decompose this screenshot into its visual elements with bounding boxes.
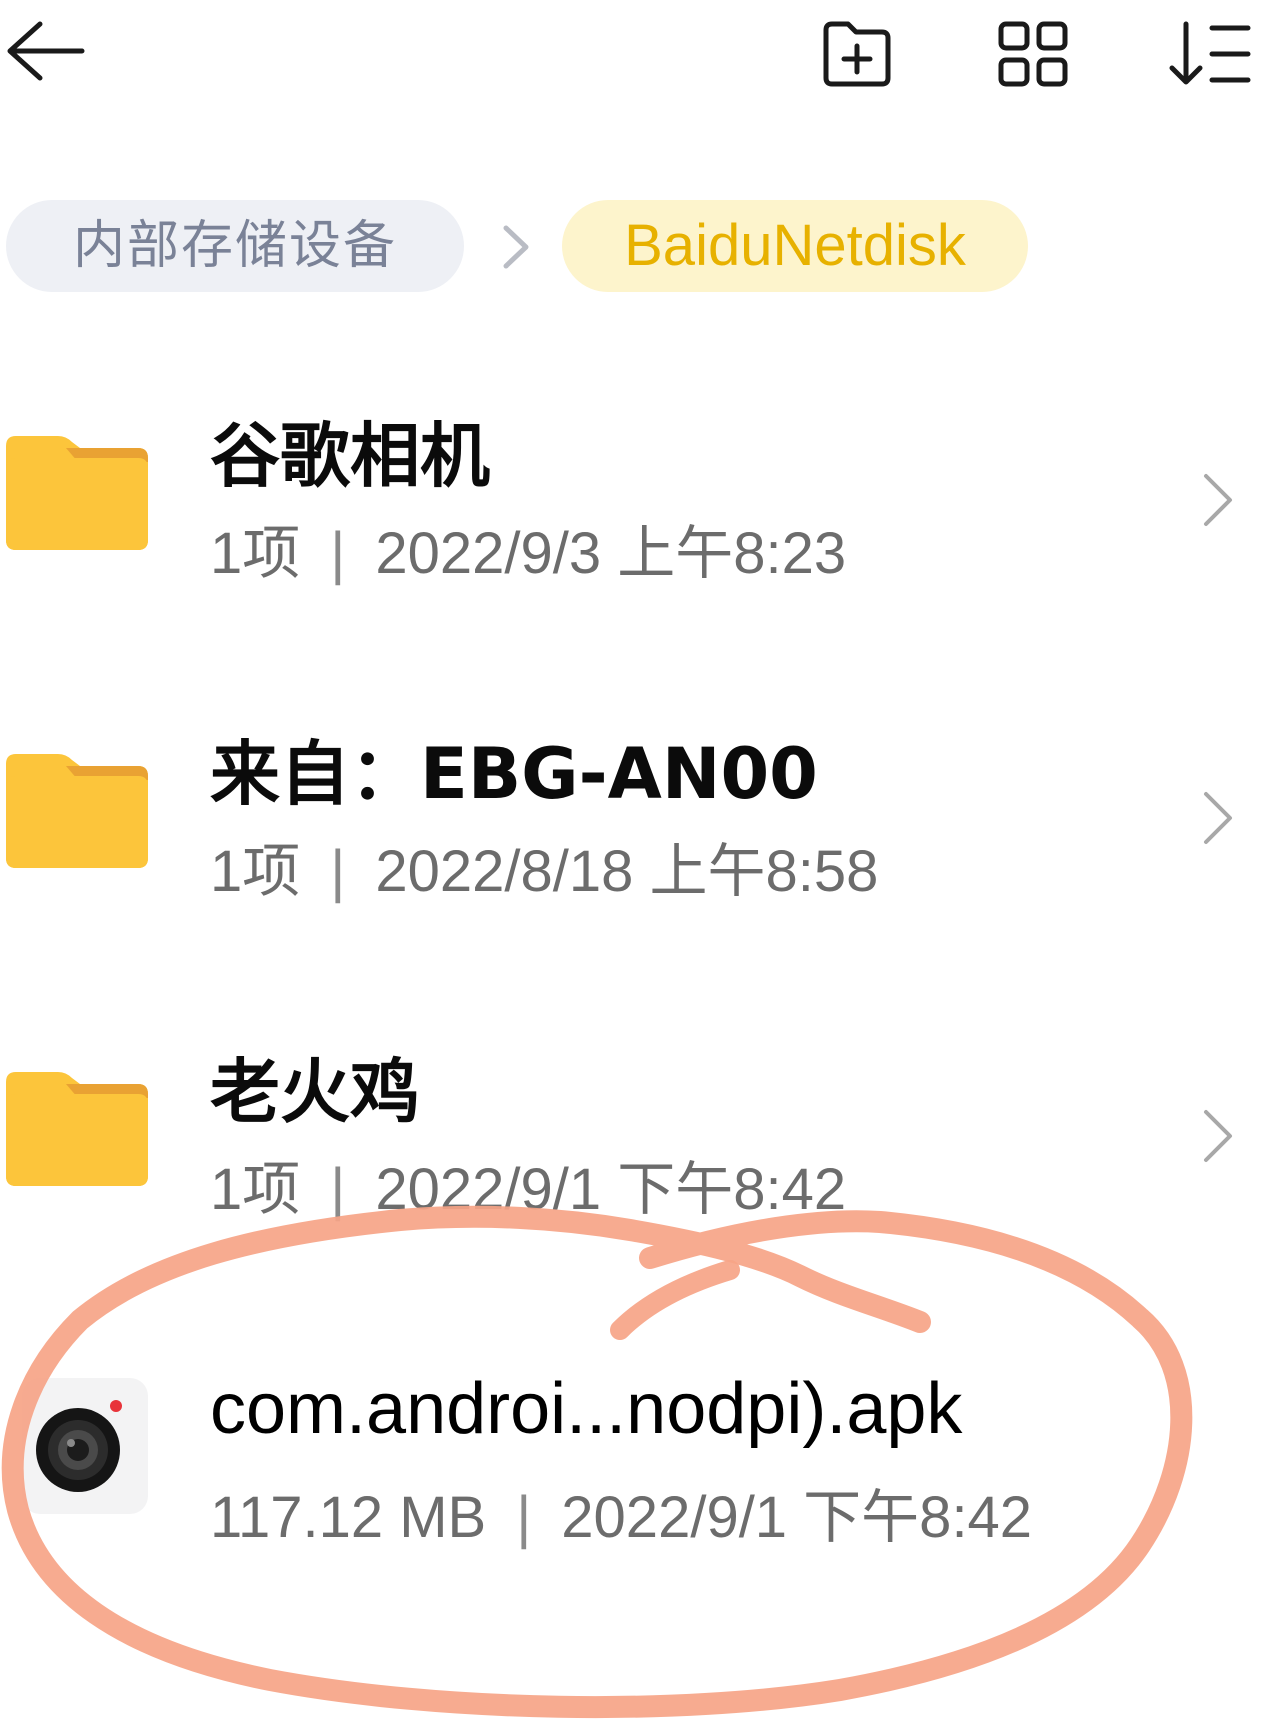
item-date: 2022/8/18 上午8:58 xyxy=(375,839,879,904)
folder-icon xyxy=(6,436,148,550)
list-item[interactable]: 谷歌相机 1项 | 2022/9/3 上午8:23 xyxy=(0,380,1268,620)
meta-separator: | xyxy=(330,839,346,904)
item-meta: 117.12 MB | 2022/9/1 下午8:42 xyxy=(210,1470,1032,1554)
breadcrumb-current[interactable]: BaiduNetdisk xyxy=(562,200,1028,292)
list-item[interactable]: 老火鸡 1项 | 2022/9/1 下午8:42 xyxy=(0,1016,1268,1256)
item-date: 2022/9/1 下午8:42 xyxy=(375,1157,847,1222)
meta-separator: | xyxy=(330,521,346,586)
new-folder-icon[interactable] xyxy=(818,18,896,90)
item-name: com.androi...nodpi).apk xyxy=(210,1369,963,1449)
item-meta: 1项 | 2022/9/3 上午8:23 xyxy=(210,506,846,590)
item-count: 1项 xyxy=(210,521,301,586)
chevron-right-icon xyxy=(1200,472,1236,528)
item-meta: 1项 | 2022/8/18 上午8:58 xyxy=(210,824,878,908)
camera-app-icon xyxy=(22,1378,148,1514)
chevron-right-icon xyxy=(1200,1108,1236,1164)
item-date: 2022/9/3 上午8:23 xyxy=(375,521,847,586)
back-arrow-icon[interactable] xyxy=(4,18,86,84)
breadcrumb-root[interactable]: 内部存储设备 xyxy=(6,200,464,292)
top-toolbar xyxy=(0,0,1268,120)
list-item[interactable]: com.androi...nodpi).apk 117.12 MB | 2022/9… xyxy=(0,1346,1268,1586)
list-item[interactable]: 来自：EBG-AN00 1项 | 2022/8/18 上午8:58 xyxy=(0,698,1268,938)
item-name: 来自：EBG-AN00 xyxy=(210,733,818,815)
folder-icon xyxy=(6,754,148,868)
meta-separator: | xyxy=(330,1157,346,1222)
grid-view-icon[interactable] xyxy=(995,18,1071,90)
item-name: 老火鸡 xyxy=(210,1051,420,1133)
item-count: 1项 xyxy=(210,1157,301,1222)
folder-icon xyxy=(6,1072,148,1186)
chevron-right-icon xyxy=(1200,790,1236,846)
breadcrumb: 内部存储设备 BaiduNetdisk xyxy=(0,200,1268,296)
item-size: 117.12 MB xyxy=(210,1485,487,1550)
item-name: 谷歌相机 xyxy=(210,415,490,497)
chevron-right-icon xyxy=(498,222,534,272)
sort-icon[interactable] xyxy=(1168,18,1252,90)
item-date: 2022/9/1 下午8:42 xyxy=(561,1485,1033,1550)
item-count: 1项 xyxy=(210,839,301,904)
item-meta: 1项 | 2022/9/1 下午8:42 xyxy=(210,1142,846,1226)
meta-separator: | xyxy=(516,1485,532,1550)
